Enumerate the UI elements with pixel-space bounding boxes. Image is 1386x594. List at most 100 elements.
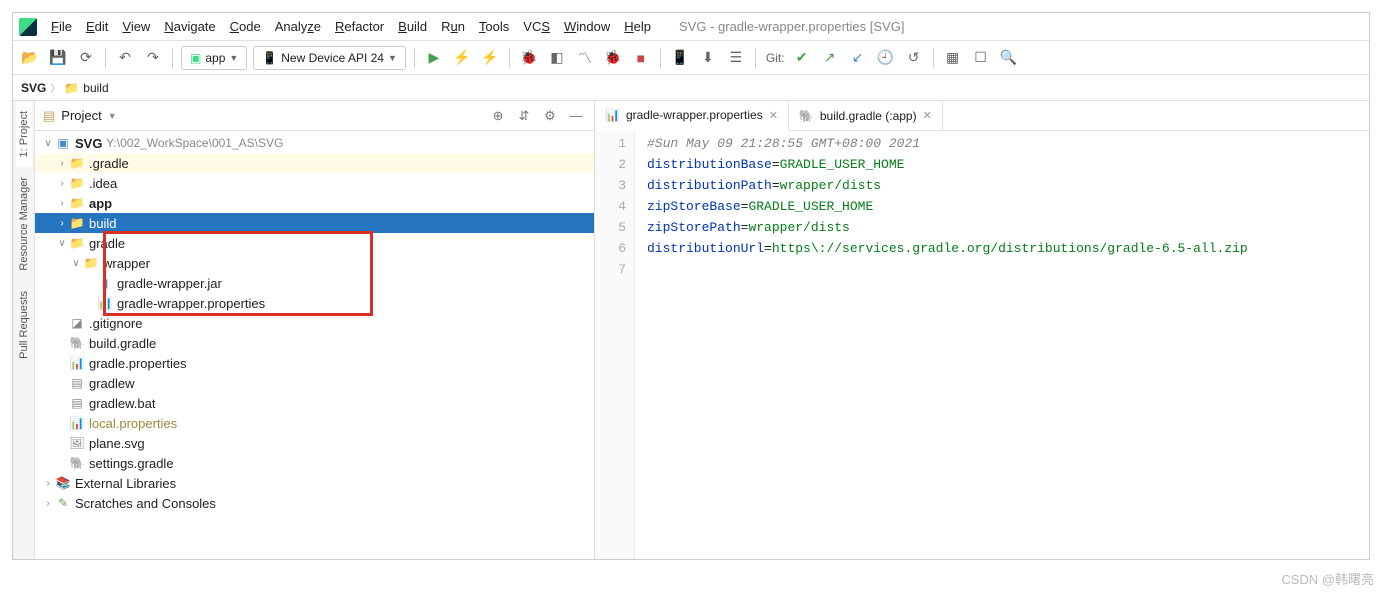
git-pull-icon[interactable]: ↙ [847, 47, 869, 69]
folder-icon: 📁 [83, 255, 99, 271]
menu-edit[interactable]: Edit [80, 17, 114, 36]
menu-build[interactable]: Build [392, 17, 433, 36]
chevron-right-icon[interactable]: › [41, 478, 55, 489]
gradle-file-icon: 🐘 [69, 335, 85, 351]
tree-item-gradle-properties[interactable]: 📊gradle.properties [35, 353, 594, 373]
menu-refactor[interactable]: Refactor [329, 17, 390, 36]
open-icon[interactable]: 📂 [19, 47, 41, 69]
tree-item-local-properties[interactable]: 📊local.properties [35, 413, 594, 433]
tree-item-settings-gradle[interactable]: 🐘settings.gradle [35, 453, 594, 473]
tree-item-gitignore[interactable]: ◪.gitignore [35, 313, 594, 333]
menu-run[interactable]: Run [435, 17, 471, 36]
select-opened-file-icon[interactable]: ⊕ [488, 106, 508, 126]
sync-icon[interactable]: ⟳ [75, 47, 97, 69]
tab-label: build.gradle (:app) [820, 109, 917, 123]
folder-icon: ▤ [43, 108, 55, 124]
git-history-icon[interactable]: 🕘 [875, 47, 897, 69]
menu-help[interactable]: Help [618, 17, 657, 36]
stop-icon[interactable]: ■ [630, 47, 652, 69]
project-panel-header: ▤ Project ▼ ⊕ ⇵ ⚙ — [35, 101, 594, 131]
tree-item-wrapper-jar[interactable]: ▮gradle-wrapper.jar [35, 273, 594, 293]
breadcrumb-folder[interactable]: build [83, 81, 108, 95]
code-editor[interactable]: 1234567 #Sun May 09 21:28:55 GMT+08:00 2… [595, 131, 1369, 559]
close-icon[interactable]: ✕ [923, 109, 932, 122]
left-gutter: 1: Project Resource Manager Pull Request… [13, 101, 35, 559]
batch-file-icon: ▤ [69, 395, 85, 411]
device-selector[interactable]: 📱 New Device API 24 ▼ [253, 46, 406, 70]
attach-debugger-icon[interactable]: 🐞 [602, 47, 624, 69]
chevron-right-icon[interactable]: › [41, 498, 55, 509]
debug-icon[interactable]: 🐞 [518, 47, 540, 69]
menu-vcs[interactable]: VCS [517, 17, 556, 36]
tree-root[interactable]: ∨▣SVG Y:\002_WorkSpace\001_AS\SVG [35, 133, 594, 153]
tree-item-app[interactable]: ›📁app [35, 193, 594, 213]
profile-icon[interactable]: 〽 [574, 47, 596, 69]
tree-item-gradle-cache[interactable]: ›📁.gradle [35, 153, 594, 173]
tab-build-gradle-app[interactable]: 🐘 build.gradle (:app) ✕ [789, 101, 943, 131]
menu-view[interactable]: View [116, 17, 156, 36]
tree-item-scratches[interactable]: ›✎Scratches and Consoles [35, 493, 594, 513]
chevron-down-icon[interactable]: ∨ [69, 258, 83, 269]
folder-icon: 📁 [69, 215, 85, 231]
redo-icon[interactable]: ↷ [142, 47, 164, 69]
chevron-down-icon[interactable]: ∨ [55, 238, 69, 249]
tree-item-idea[interactable]: ›📁.idea [35, 173, 594, 193]
git-push-icon[interactable]: ↗ [819, 47, 841, 69]
panel-title[interactable]: Project [61, 108, 101, 123]
side-tab-project[interactable]: 1: Project [16, 101, 32, 167]
git-rollback-icon[interactable]: ↺ [903, 47, 925, 69]
project-tree[interactable]: ∨▣SVG Y:\002_WorkSpace\001_AS\SVG ›📁.gra… [35, 131, 594, 559]
chevron-right-icon[interactable]: › [55, 218, 69, 229]
apply-code-icon[interactable]: ⚡ [479, 47, 501, 69]
avd-manager-icon[interactable]: 📱 [669, 47, 691, 69]
tab-gradle-wrapper-properties[interactable]: 📊 gradle-wrapper.properties ✕ [595, 101, 789, 131]
gear-icon[interactable]: ⚙ [540, 106, 560, 126]
gradle-file-icon: 🐘 [799, 109, 814, 123]
save-icon[interactable]: 💾 [47, 47, 69, 69]
chevron-right-icon[interactable]: › [55, 158, 69, 169]
search-icon[interactable]: 🔍 [998, 47, 1020, 69]
apply-changes-icon[interactable]: ⚡ [451, 47, 473, 69]
tree-item-gradlew-bat[interactable]: ▤gradlew.bat [35, 393, 594, 413]
close-icon[interactable]: ✕ [769, 109, 778, 122]
tree-item-gradlew[interactable]: ▤gradlew [35, 373, 594, 393]
chevron-right-icon[interactable]: › [55, 178, 69, 189]
tree-item-gradle-folder[interactable]: ∨📁gradle [35, 233, 594, 253]
git-commit-icon[interactable]: ✔ [791, 47, 813, 69]
code-content[interactable]: #Sun May 09 21:28:55 GMT+08:00 2021 dist… [635, 131, 1369, 559]
sdk-manager-icon[interactable]: ⬇ [697, 47, 719, 69]
chevron-down-icon[interactable]: ▼ [108, 111, 117, 121]
breadcrumb-root[interactable]: SVG [21, 81, 46, 95]
chevron-right-icon[interactable]: › [55, 198, 69, 209]
separator [172, 48, 173, 68]
undo-icon[interactable]: ↶ [114, 47, 136, 69]
tree-item-wrapper[interactable]: ∨📁wrapper [35, 253, 594, 273]
menu-navigate[interactable]: Navigate [158, 17, 221, 36]
menu-analyze[interactable]: Analyze [269, 17, 327, 36]
module-selector[interactable]: ▣ app ▼ [181, 46, 247, 70]
svg-file-icon: 🖼 [69, 435, 85, 451]
tree-item-plane-svg[interactable]: 🖼plane.svg [35, 433, 594, 453]
menu-tools[interactable]: Tools [473, 17, 515, 36]
module-label: app [205, 51, 225, 65]
hide-icon[interactable]: — [566, 106, 586, 126]
chevron-down-icon[interactable]: ∨ [41, 138, 55, 149]
git-label: Git: [766, 51, 785, 65]
side-tab-resource-manager[interactable]: Resource Manager [16, 167, 32, 281]
side-tab-pull-requests[interactable]: Pull Requests [16, 281, 32, 369]
project-structure-icon[interactable]: ▦ [942, 47, 964, 69]
tree-item-external-libs[interactable]: ›📚External Libraries [35, 473, 594, 493]
tree-item-build[interactable]: ›📁build [35, 213, 594, 233]
tree-item-wrapper-properties[interactable]: 📊gradle-wrapper.properties [35, 293, 594, 313]
menu-code[interactable]: Code [224, 17, 267, 36]
menu-file[interactable]: File [45, 17, 78, 36]
module-folder-icon: 📁 [69, 195, 85, 211]
properties-file-icon: 📊 [69, 355, 85, 371]
tree-item-build-gradle[interactable]: 🐘build.gradle [35, 333, 594, 353]
coverage-icon[interactable]: ◧ [546, 47, 568, 69]
settings-icon[interactable]: ☐ [970, 47, 992, 69]
menu-window[interactable]: Window [558, 17, 616, 36]
device-monitor-icon[interactable]: ☰ [725, 47, 747, 69]
run-icon[interactable]: ▶ [423, 47, 445, 69]
expand-all-icon[interactable]: ⇵ [514, 106, 534, 126]
